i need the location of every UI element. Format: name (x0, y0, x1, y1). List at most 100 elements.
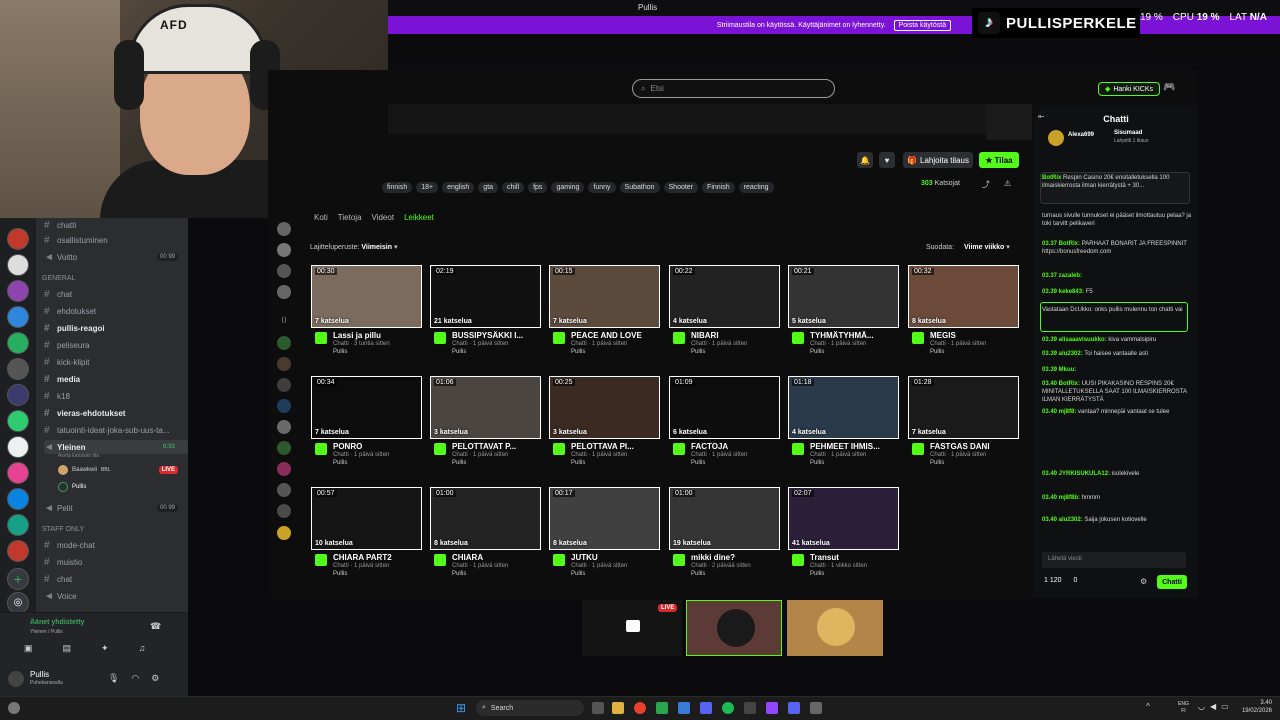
clip-thumbnail[interactable]: 00:15 7 katselua (549, 265, 660, 328)
file-explorer-icon[interactable] (612, 702, 624, 714)
chat-message[interactable]: 03.39 Mkuu: (1042, 366, 1192, 374)
report-icon[interactable]: ⚠ (1004, 179, 1011, 188)
clip-title[interactable]: Lassi ja pillu (333, 331, 419, 340)
rail-channel-icon[interactable] (277, 526, 291, 540)
clip-thumbnail[interactable]: 02:07 41 katselua (788, 487, 899, 550)
server-icon[interactable] (7, 254, 29, 276)
clip-thumbnail[interactable]: 00:17 8 katselua (549, 487, 660, 550)
rail-channel-icon[interactable] (277, 504, 291, 518)
camera-icon[interactable]: ▣ (24, 643, 33, 654)
avatar[interactable] (434, 554, 446, 566)
avatar[interactable] (792, 554, 804, 566)
clip-author[interactable]: Pullis (333, 571, 347, 577)
chrome-icon[interactable] (634, 702, 646, 714)
tag[interactable]: english (442, 182, 475, 193)
avatar[interactable] (673, 443, 685, 455)
sort-dropdown[interactable]: Lajitteluperuste: Viimeisin ▾ (310, 243, 397, 251)
avatar[interactable] (315, 332, 327, 344)
clip-thumbnail[interactable]: 01:09 6 katselua (669, 376, 780, 439)
settings-icon[interactable]: ⚙ (151, 673, 159, 684)
tag[interactable]: gta (478, 182, 499, 193)
clip-author[interactable]: Pullis (452, 349, 466, 355)
app-icon[interactable] (810, 702, 822, 714)
tab-home[interactable]: Koti (314, 213, 328, 222)
participant-tile[interactable]: LIVE (582, 600, 682, 656)
server-icon[interactable] (7, 358, 29, 380)
clip-title[interactable]: NIBARI (691, 331, 777, 340)
avatar[interactable] (434, 443, 446, 455)
clip-thumbnail[interactable]: 00:22 4 katselua (669, 265, 780, 328)
chat-message[interactable]: turnaus sivulle tunnukset ei pääset ilmo… (1042, 212, 1192, 228)
tag[interactable]: chill (502, 182, 525, 193)
clip-title[interactable]: Transut (810, 553, 896, 562)
clip-thumbnail[interactable]: 00:25 3 katselua (549, 376, 660, 439)
chat-username[interactable]: 03.39 alu2302: (1042, 351, 1083, 357)
app-icon[interactable] (656, 702, 668, 714)
widgets-icon[interactable] (8, 702, 20, 714)
subscribe-button[interactable]: ★ Tilaa (979, 152, 1019, 168)
server-icon[interactable] (7, 332, 29, 354)
clip-author[interactable]: Pullis (810, 571, 824, 577)
tag[interactable]: gaming (551, 182, 585, 193)
clip-title[interactable]: PEACE AND LOVE (571, 331, 657, 340)
tag[interactable]: finnish (382, 182, 413, 193)
clip-card[interactable]: 02:19 21 katselua BUSSIPYSÄKKI I... Chatti … (430, 265, 541, 369)
server-icon[interactable] (7, 280, 29, 302)
rail-channel-icon[interactable] (277, 357, 291, 371)
clip-title[interactable]: FASTGAS DANI (930, 442, 1016, 451)
screen-share-icon[interactable]: ▤ (63, 643, 72, 654)
avatar[interactable] (315, 554, 327, 566)
chat-username[interactable]: 03.39 alisaaavisuukko: (1042, 337, 1107, 343)
discover-icon[interactable]: ◎ (7, 592, 29, 614)
rail-channel-icon[interactable] (277, 462, 291, 476)
chat-username[interactable]: 03.39 keke843: (1042, 289, 1084, 295)
activity-icon[interactable]: ✦ (101, 643, 109, 654)
chat-username[interactable]: 03.40 JYRKISUKULA12: (1042, 471, 1110, 477)
tray-icons[interactable]: ◡ ◀ ▭ (1198, 702, 1229, 711)
app-icon[interactable] (766, 702, 778, 714)
clip-card[interactable]: 00:30 7 katselua Lassi ja pillu Chatti · 3 … (311, 265, 422, 369)
clip-author[interactable]: Pullis (930, 349, 944, 355)
task-view-icon[interactable] (592, 702, 604, 714)
voice-user[interactable]: Pullis (58, 482, 86, 492)
clip-card[interactable]: 00:17 8 katselua JUTKU Chatti · 1 päivä sit… (549, 487, 660, 591)
clip-thumbnail[interactable]: 01:06 3 katselua (430, 376, 541, 439)
rail-channel-icon[interactable] (277, 285, 291, 299)
chat-message[interactable]: 03.40 BotRix: UUSI PIKAKASINO RESPINS 20… (1042, 380, 1192, 404)
clip-title[interactable]: PEHMEET IHMIS... (810, 442, 896, 451)
channel-item[interactable]: # chatti (44, 218, 188, 232)
tag[interactable]: 18+ (416, 182, 439, 193)
server-icon[interactable] (7, 228, 29, 250)
server-icon[interactable] (7, 488, 29, 510)
add-server-icon[interactable]: + (7, 568, 29, 590)
server-icon[interactable] (7, 384, 29, 406)
channel-item[interactable]: # muistio (44, 555, 188, 569)
chat-message[interactable]: 03.39 alisaaavisuukko: kiva vammalsipiru (1042, 336, 1192, 344)
clip-thumbnail[interactable]: 00:32 8 katselua (908, 265, 1019, 328)
clip-card[interactable]: 01:00 8 katselua CHIARA Chatti · 1 päivä si… (430, 487, 541, 591)
voice-connected-sub[interactable]: Yleinen / Pullis (30, 629, 63, 635)
gift-user[interactable]: Sisumaad (1114, 130, 1142, 136)
avatar[interactable] (8, 671, 24, 687)
category-general[interactable]: GENERAL (42, 275, 75, 282)
clip-card[interactable]: 00:34 7 katselua PONRO Chatti · 1 päivä sit… (311, 376, 422, 480)
clip-title[interactable]: PONRO (333, 442, 419, 451)
avatar[interactable] (673, 332, 685, 344)
avatar[interactable] (315, 443, 327, 455)
rail-channel-icon[interactable] (277, 441, 291, 455)
chat-message[interactable]: 03.37 BotRix: PARHAAT BONARIT JA FREESPI… (1042, 240, 1192, 256)
avatar[interactable] (912, 332, 924, 344)
bell-icon[interactable]: 🔔 (857, 152, 873, 168)
voice-channel-item[interactable]: ◄ Voice (44, 589, 188, 603)
chat-username[interactable]: BotRix (1042, 175, 1061, 181)
clip-title[interactable]: PELOTTAVA PI... (571, 442, 657, 451)
voice-status[interactable]: Aseta kanavan tila (58, 453, 99, 459)
chat-message[interactable]: BotRix Respin Casino 20€ ensitalletuksel… (1042, 174, 1192, 190)
get-kicks-button[interactable]: ◆ Hanki KICKs (1098, 82, 1160, 96)
voice-channel-item[interactable]: ◄ Voitto 00 99 (44, 250, 188, 264)
tag[interactable]: fps (528, 182, 548, 193)
clip-author[interactable]: Pullis (930, 460, 944, 466)
clip-thumbnail[interactable]: 01:00 8 katselua (430, 487, 541, 550)
chat-username[interactable]: 03.37 BotRix: (1042, 241, 1080, 247)
clip-title[interactable]: JUTKU (571, 553, 657, 562)
